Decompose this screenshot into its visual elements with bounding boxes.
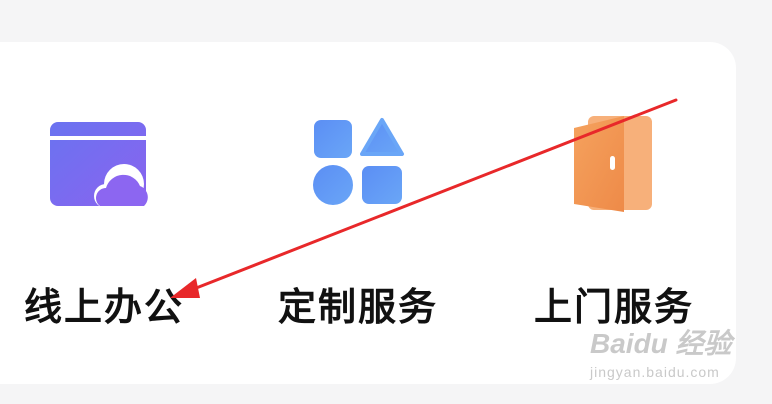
watermark: Baidu 经验 jingyan.baidu.com	[590, 322, 740, 380]
watermark-brand: Baidu 经验	[590, 328, 732, 359]
watermark-url: jingyan.baidu.com	[590, 364, 720, 380]
shapes-grid-icon	[313, 118, 404, 205]
service-online-office[interactable]: 线上办公	[4, 42, 204, 384]
service-label: 定制服务	[277, 285, 438, 329]
cloud-window-icon	[50, 122, 148, 208]
service-customized[interactable]: 定制服务	[258, 42, 458, 384]
door-icon	[574, 116, 652, 212]
service-label: 线上办公	[23, 285, 184, 329]
page: 线上办公 定制服务 上门服务 Baidu 经验 jingyan.baidu.co…	[0, 0, 772, 404]
